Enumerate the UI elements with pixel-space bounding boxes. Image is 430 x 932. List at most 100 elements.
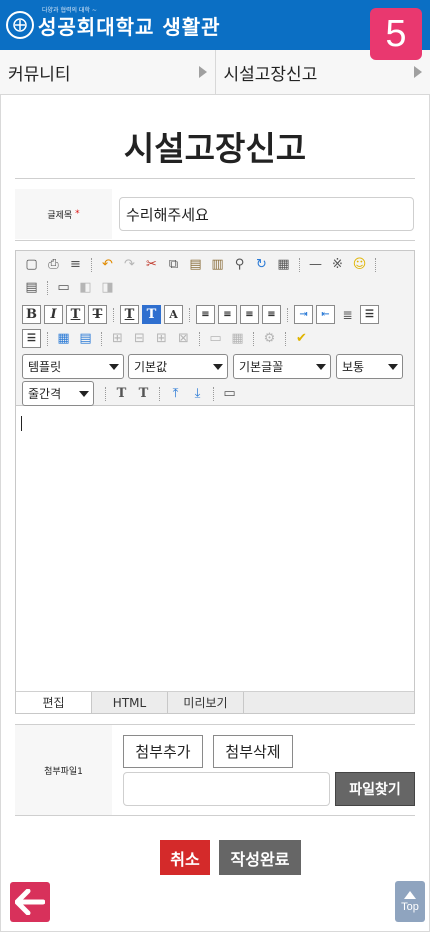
style-select[interactable]: 기본값	[128, 354, 228, 379]
editor-content-area[interactable]	[16, 407, 414, 691]
clear-format-button[interactable]: A	[164, 305, 183, 324]
emoticon-icon[interactable]: ☺	[350, 255, 369, 274]
arrow-up-icon	[404, 890, 416, 899]
bold-button[interactable]: B	[22, 305, 41, 324]
bullet-list-icon[interactable]: ☰	[22, 329, 41, 348]
letter-spacing-down-icon[interactable]: ⤓	[188, 384, 207, 403]
select-value: 템플릿	[28, 360, 62, 374]
table-delete-col-icon[interactable]: ⊠	[174, 329, 193, 348]
text-color-button[interactable]: T	[120, 305, 139, 324]
toolbar-separator	[91, 257, 92, 272]
browse-file-button[interactable]: 파일찾기	[335, 772, 415, 806]
superscript-button[interactable]: T	[134, 384, 153, 403]
toolbar-separator	[287, 307, 288, 322]
site-logo[interactable]: 다양과 협력의 대학 ~ 성공회대학교 생활관	[6, 6, 221, 44]
italic-button[interactable]: I	[44, 305, 63, 324]
logo-tagline: 다양과 협력의 대학 ~	[42, 7, 97, 14]
align-justify-icon[interactable]: ≡	[262, 305, 281, 324]
attachment-label: 첨부파일1	[44, 766, 83, 777]
font-select[interactable]: 기본글꼴	[233, 354, 331, 379]
paste-icon[interactable]: ▤	[186, 255, 205, 274]
toolbar-separator	[213, 386, 214, 401]
chevron-down-icon	[388, 363, 398, 370]
toolbar-separator	[189, 307, 190, 322]
outdent-icon[interactable]: ⇤	[316, 305, 335, 324]
cancel-button[interactable]: 취소	[160, 840, 210, 875]
tab-preview[interactable]: 미리보기	[168, 692, 244, 713]
required-mark: *	[75, 209, 80, 219]
line-height-select[interactable]: 줄간격	[22, 381, 94, 406]
cell-props-icon[interactable]: ⚙	[260, 329, 279, 348]
fullscreen-icon[interactable]: ▭	[220, 384, 239, 403]
breadcrumb-label: 시설고장신고	[223, 64, 318, 85]
chevron-down-icon	[316, 363, 326, 370]
chevron-down-icon	[79, 390, 89, 397]
paste-text-icon[interactable]: ▥	[208, 255, 227, 274]
subject-label-cell: 글제목 *	[15, 189, 112, 239]
align-center-icon[interactable]: ≡	[218, 305, 237, 324]
table-row-icon[interactable]: ⊞	[108, 329, 127, 348]
table-col-icon[interactable]: ⊞	[152, 329, 171, 348]
new-doc-icon[interactable]: ▢	[22, 255, 41, 274]
horizontal-rule-icon[interactable]: —	[306, 255, 325, 274]
remove-attachment-button[interactable]: 첨부삭제	[213, 735, 293, 768]
select-value: 기본값	[134, 360, 168, 374]
table-delete-row-icon[interactable]: ⊟	[130, 329, 149, 348]
insert-table-icon[interactable]: ▦	[54, 329, 73, 348]
bg-color-button[interactable]: T	[142, 305, 161, 324]
underline-button[interactable]: T	[66, 305, 85, 324]
divider	[15, 178, 415, 179]
subject-input[interactable]: 수리해주세요	[119, 197, 414, 231]
spellcheck-icon[interactable]: ✔	[292, 329, 311, 348]
tab-html[interactable]: HTML	[92, 692, 168, 713]
size-select[interactable]: 보통	[336, 354, 403, 379]
page-break-icon[interactable]: ≡	[66, 255, 85, 274]
select-value: 줄간격	[28, 387, 62, 401]
strikethrough-button[interactable]: T	[88, 305, 107, 324]
copy-icon[interactable]: ⧉	[164, 255, 183, 274]
edit-table-icon[interactable]: ▤	[76, 329, 95, 348]
replace-icon[interactable]: ↻	[252, 255, 271, 274]
back-button[interactable]	[10, 882, 50, 922]
special-char-icon[interactable]: ※	[328, 255, 347, 274]
logo-text: 성공회대학교 생활관	[38, 14, 221, 39]
attachment-label-cell: 첨부파일1	[15, 725, 112, 815]
breadcrumb-item-community[interactable]: 커뮤니티	[0, 50, 216, 94]
toolbar-separator	[101, 331, 102, 346]
editor-toolbar: ▢ ⎙ ≡ ↶ ↷ ✂ ⧉ ▤ ▥ ⚲ ↻ ▦ — ※ ☺ ▤ ▭ ◧ ◨ B …	[16, 251, 414, 406]
source-icon[interactable]: ▤	[22, 278, 41, 297]
layer-copy-icon[interactable]: ◨	[98, 278, 117, 297]
indent-icon[interactable]: ⇥	[294, 305, 313, 324]
align-right-icon[interactable]: ≡	[240, 305, 259, 324]
breadcrumb-label: 커뮤니티	[8, 64, 71, 85]
subscript-button[interactable]: T	[112, 384, 131, 403]
university-emblem-icon	[6, 11, 34, 39]
add-attachment-button[interactable]: 첨부추가	[123, 735, 203, 768]
select-value: 기본글꼴	[239, 360, 284, 374]
breadcrumb: 커뮤니티 시설고장신고	[0, 50, 430, 95]
find-icon[interactable]: ⚲	[230, 255, 249, 274]
divider	[15, 240, 415, 241]
scroll-top-button[interactable]: Top	[395, 881, 425, 922]
template-select[interactable]: 템플릿	[22, 354, 124, 379]
toolbar-separator	[47, 280, 48, 295]
file-path-input[interactable]	[123, 772, 330, 806]
undo-icon[interactable]: ↶	[98, 255, 117, 274]
paragraph-icon[interactable]: ≣	[338, 305, 357, 324]
tab-edit[interactable]: 편집	[16, 692, 92, 713]
print-icon[interactable]: ⎙	[44, 255, 63, 274]
align-left-icon[interactable]: ≡	[196, 305, 215, 324]
redo-icon[interactable]: ↷	[120, 255, 139, 274]
numbered-list-icon[interactable]: ☰	[360, 305, 379, 324]
rich-text-editor: ▢ ⎙ ≡ ↶ ↷ ✂ ⧉ ▤ ▥ ⚲ ↻ ▦ — ※ ☺ ▤ ▭ ◧ ◨ B …	[15, 250, 415, 714]
layer-icon[interactable]: ◧	[76, 278, 95, 297]
div-icon[interactable]: ▭	[54, 278, 73, 297]
subject-label: 글제목	[47, 210, 73, 221]
letter-spacing-up-icon[interactable]: ⤒	[166, 384, 185, 403]
split-cells-icon[interactable]: ▦	[228, 329, 247, 348]
cut-icon[interactable]: ✂	[142, 255, 161, 274]
merge-cells-icon[interactable]: ▭	[206, 329, 225, 348]
select-all-icon[interactable]: ▦	[274, 255, 293, 274]
step-badge: 5	[370, 8, 422, 60]
submit-button[interactable]: 작성완료	[219, 840, 301, 875]
